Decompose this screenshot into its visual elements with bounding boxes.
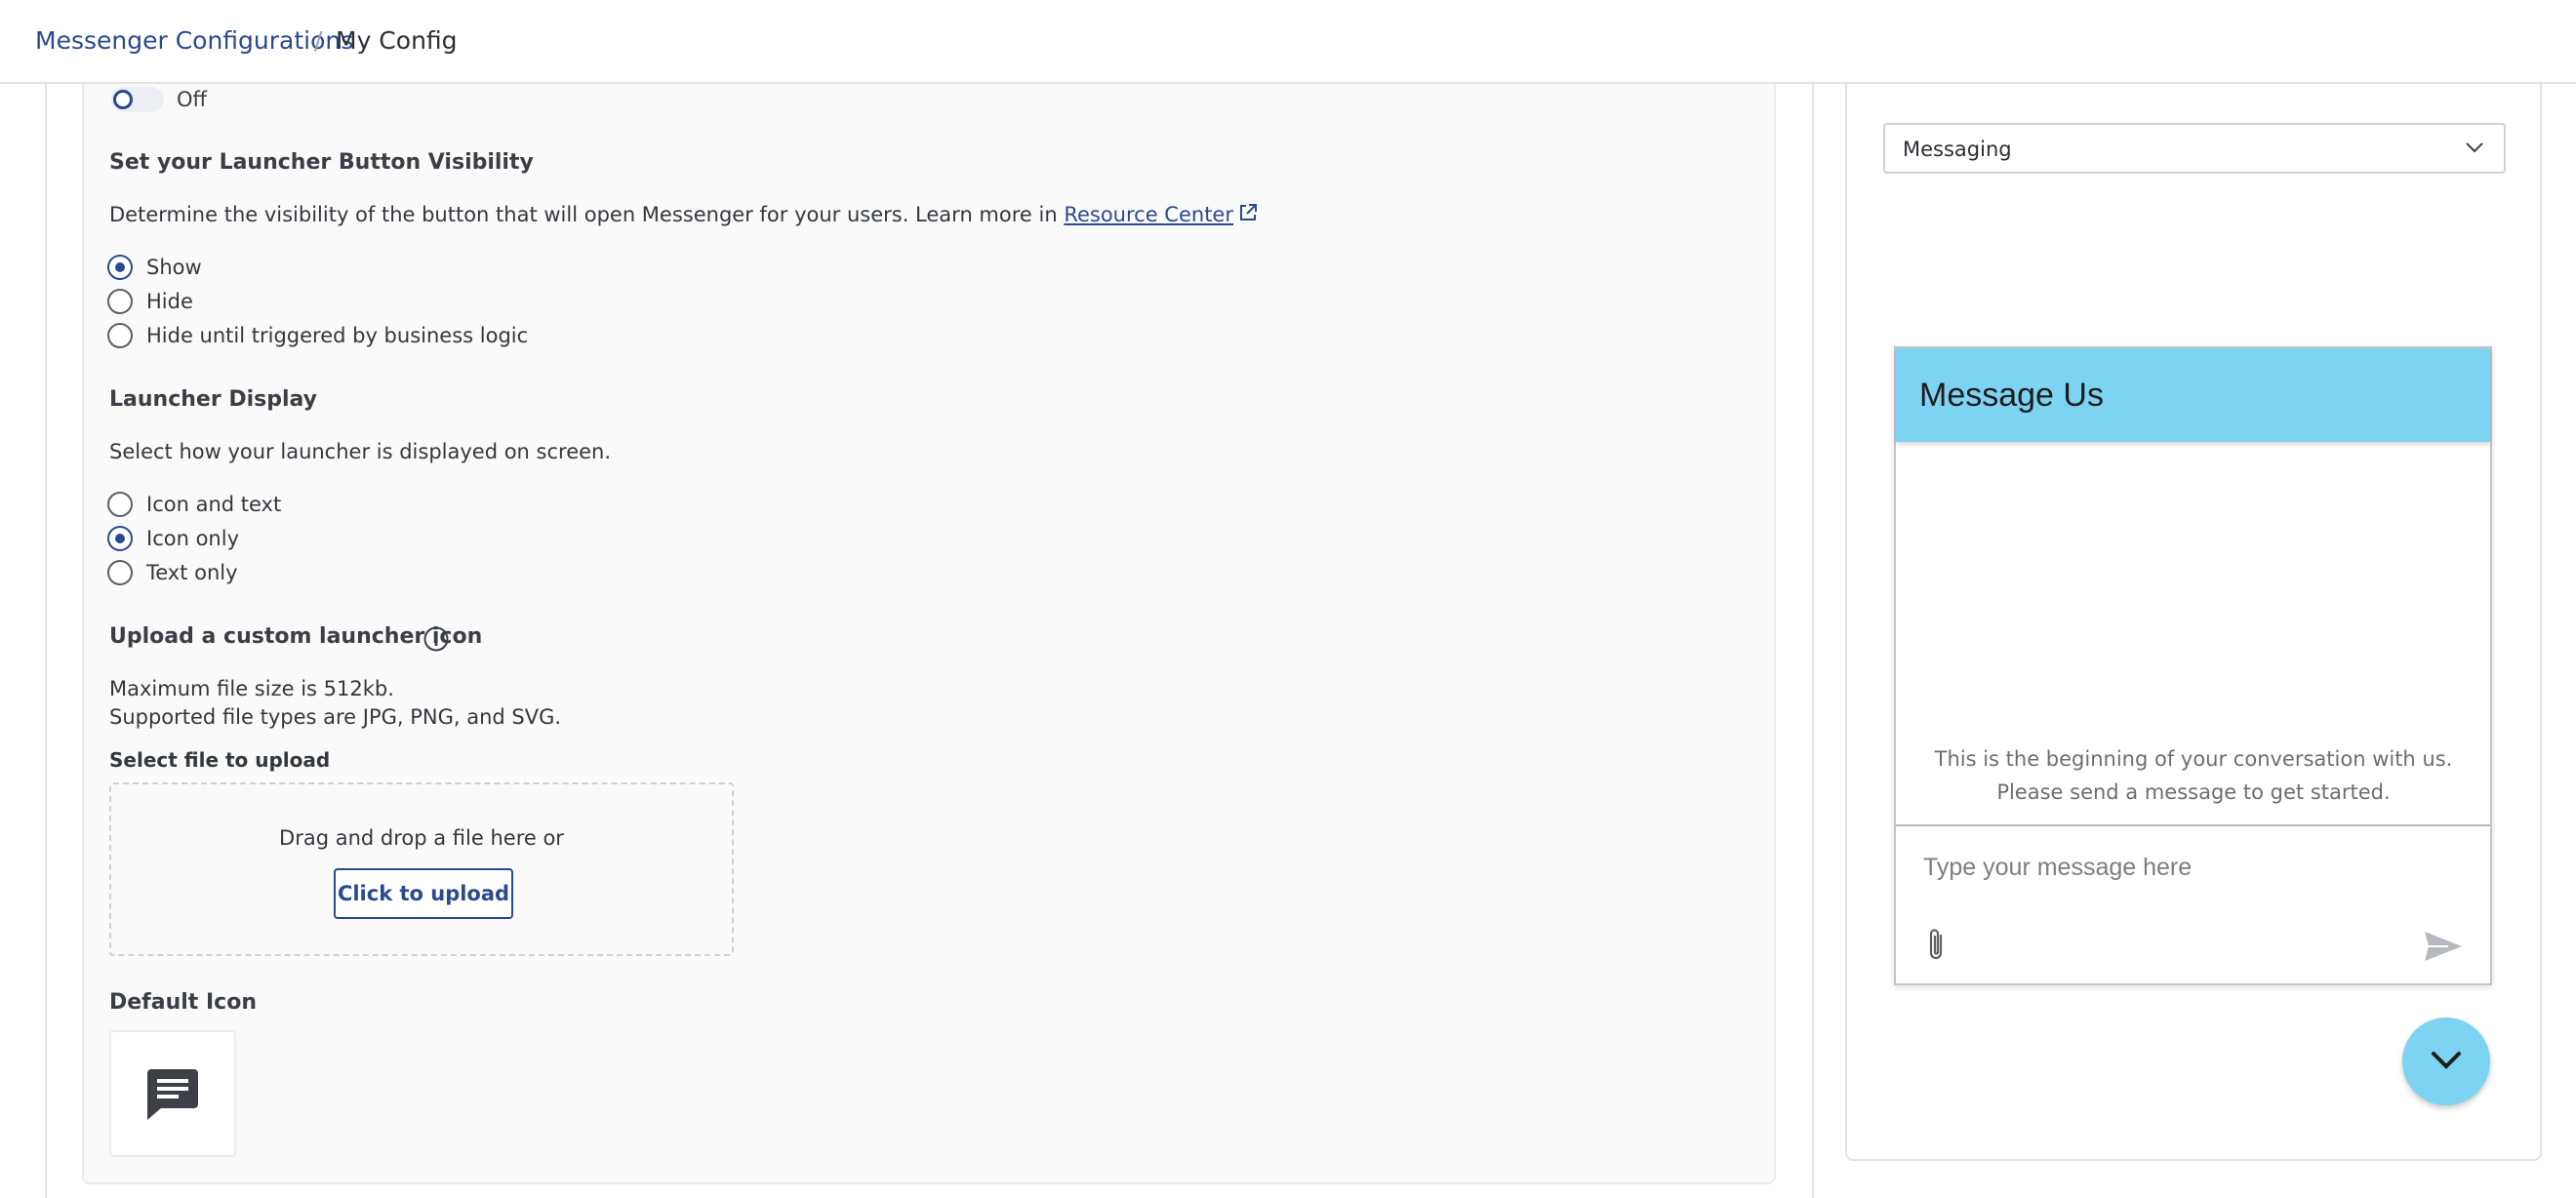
default-icon-preview	[109, 1030, 236, 1157]
chat-bubble-icon	[147, 1069, 198, 1120]
chat-divider	[1896, 824, 2490, 826]
preview-mode-value: Messaging	[1903, 138, 2012, 161]
resource-center-link[interactable]: Resource Center	[1064, 203, 1233, 226]
chat-header: Message Us	[1896, 348, 2490, 442]
toggle-knob	[113, 90, 133, 109]
radio-icon-only-label: Icon only	[146, 527, 239, 550]
preview-mode-select[interactable]: Messaging	[1883, 123, 2506, 174]
chat-message-input[interactable]: Type your message here	[1923, 852, 2192, 883]
feature-toggle[interactable]	[111, 87, 164, 112]
send-icon[interactable]	[2423, 930, 2464, 963]
info-icon[interactable]	[423, 625, 450, 653]
launcher-visibility-description-text: Determine the visibility of the button t…	[109, 203, 1058, 226]
messenger-preview-window: Message Us This is the beginning of your…	[1894, 346, 2492, 985]
default-icon-title: Default Icon	[109, 990, 257, 1015]
radio-show[interactable]	[107, 255, 133, 280]
click-to-upload-button[interactable]: Click to upload	[334, 868, 513, 919]
paperclip-icon[interactable]	[1925, 926, 1949, 965]
radio-icon-and-text-label: Icon and text	[146, 493, 282, 516]
launcher-visibility-description: Determine the visibility of the button t…	[109, 200, 1259, 229]
radio-text-only-label: Text only	[146, 561, 238, 584]
visibility-option-hide-until-triggered[interactable]: Hide until triggered by business logic	[107, 321, 528, 350]
upload-file-types: Supported file types are JPG, PNG, and S…	[109, 705, 562, 729]
radio-hide-label: Hide	[146, 290, 193, 313]
top-bar: Messenger Configurations / My Config	[0, 0, 2576, 84]
launcher-display-description: Select how your launcher is displayed on…	[109, 440, 612, 463]
breadcrumb-current: My Config	[336, 26, 458, 55]
select-file-label: Select file to upload	[109, 748, 331, 772]
display-option-icon-only[interactable]: Icon only	[107, 524, 239, 553]
toggle-label: Off	[177, 88, 207, 111]
radio-hide-until-triggered-label: Hide until triggered by business logic	[146, 324, 529, 347]
radio-icon-only[interactable]	[107, 526, 133, 551]
right-divider	[1812, 84, 1814, 1198]
chat-title: Message Us	[1919, 377, 2104, 414]
launcher-visibility-title: Set your Launcher Button Visibility	[109, 150, 534, 175]
radio-hide-until-triggered[interactable]	[107, 323, 133, 348]
left-divider	[45, 84, 47, 1198]
launcher-display-title: Launcher Display	[109, 387, 318, 412]
external-link-icon[interactable]	[1237, 202, 1259, 223]
display-option-text-only[interactable]: Text only	[107, 558, 238, 587]
launcher-button[interactable]	[2402, 1018, 2490, 1105]
chat-intro-message: This is the beginning of your conversati…	[1934, 747, 2453, 804]
chevron-down-icon	[2466, 142, 2483, 153]
radio-show-label: Show	[146, 256, 202, 279]
radio-icon-and-text[interactable]	[107, 492, 133, 517]
chevron-down-icon	[2432, 1052, 2461, 1069]
breadcrumb-messenger-configurations[interactable]: Messenger Configurations	[35, 25, 353, 57]
radio-text-only[interactable]	[107, 560, 133, 585]
drop-zone-text: Drag and drop a file here or	[279, 826, 564, 850]
visibility-option-hide[interactable]: Hide	[107, 287, 193, 316]
visibility-option-show[interactable]: Show	[107, 253, 202, 282]
file-drop-zone[interactable]: Drag and drop a file here or Click to up…	[109, 782, 734, 956]
breadcrumb-separator: /	[314, 26, 323, 55]
upload-max-size: Maximum file size is 512kb.	[109, 677, 394, 700]
radio-hide[interactable]	[107, 289, 133, 314]
display-option-icon-and-text[interactable]: Icon and text	[107, 490, 281, 519]
